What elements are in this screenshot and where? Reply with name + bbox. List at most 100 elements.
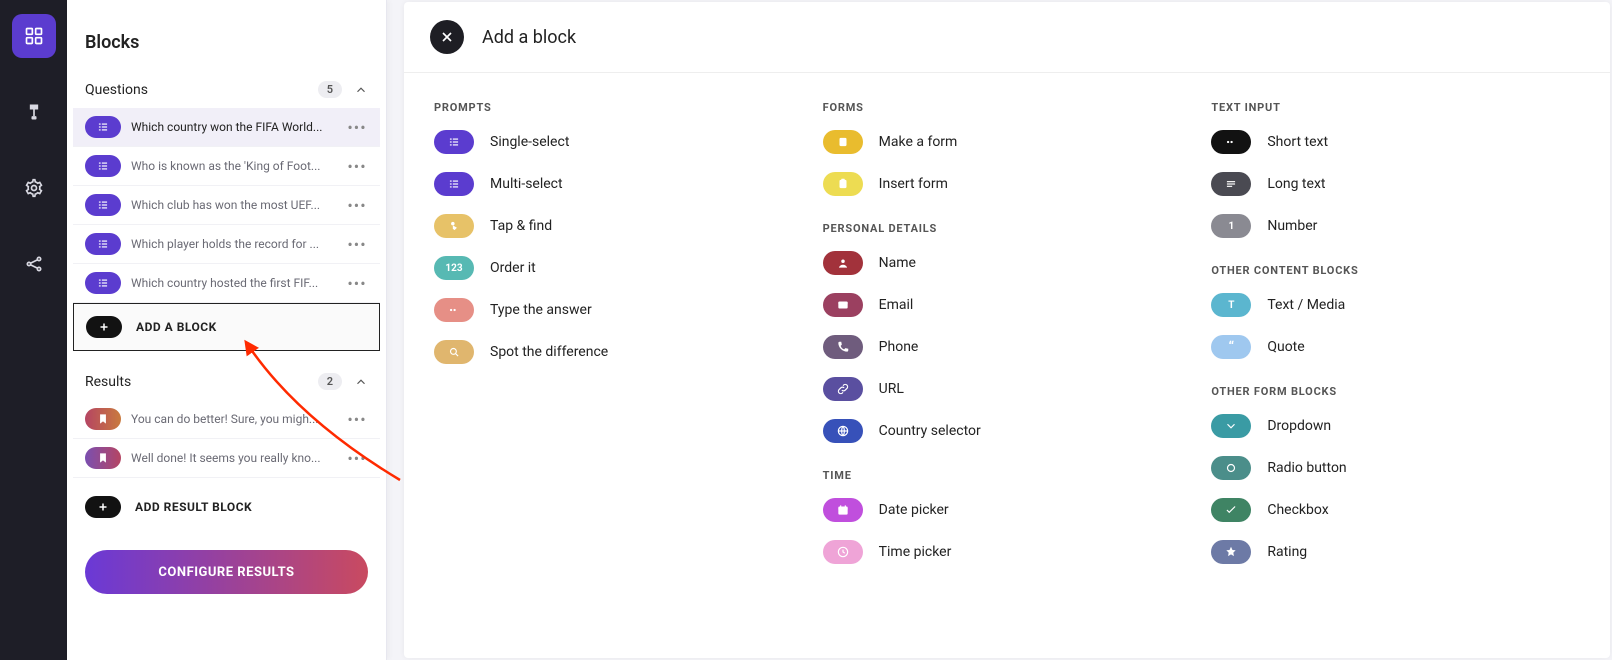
block-option[interactable]: Spot the difference [434,340,803,364]
dots-icon [1211,130,1251,154]
more-icon[interactable]: ••• [346,410,368,429]
block-group: PERSONAL DETAILSNameEmailPhoneURLCountry… [823,222,1192,443]
paint-icon [24,102,44,122]
block-option[interactable]: Long text [1211,172,1580,196]
user-icon [823,251,863,275]
question-row[interactable]: Which club has won the most UEF... ••• [73,186,380,225]
nav-blocks[interactable] [12,14,56,58]
question-text: Which club has won the most UEF... [131,198,336,212]
chev-down-icon [1211,414,1251,438]
block-option[interactable]: Email [823,293,1192,317]
block-option[interactable]: Insert form [823,172,1192,196]
add-block-button[interactable]: ADD A BLOCK [73,303,380,351]
add-result-label: ADD RESULT BLOCK [135,500,252,514]
block-option[interactable]: Date picker [823,498,1192,522]
add-block-label: ADD A BLOCK [136,320,217,334]
question-text: Which country won the FIFA World... [131,120,336,134]
results-count: 2 [318,373,342,390]
plus-icon [85,496,121,518]
block-option-label: Number [1267,218,1317,234]
block-option[interactable]: Rating [1211,540,1580,564]
block-option-label: Country selector [879,423,981,439]
questions-heading: Questions [85,82,148,98]
block-option-label: Multi-select [490,176,563,192]
block-group: TIME Date picker Time picker [823,469,1192,564]
block-option-label: Email [879,297,914,313]
block-option[interactable]: Dropdown [1211,414,1580,438]
results-header[interactable]: Results 2 [67,361,386,400]
question-text: Which country hosted the first FIF... [131,276,336,290]
block-option[interactable]: Checkbox [1211,498,1580,522]
block-option[interactable]: Make a form [823,130,1192,154]
result-row[interactable]: You can do better! Sure, you migh...••• [73,400,380,439]
more-icon[interactable]: ••• [346,235,368,254]
more-icon[interactable]: ••• [346,118,368,137]
block-option[interactable]: 1Number [1211,214,1580,238]
calendar-icon [823,498,863,522]
group-heading: TEXT INPUT [1211,101,1580,114]
block-option[interactable]: 123Order it [434,256,803,280]
block-option[interactable]: URL [823,377,1192,401]
block-option[interactable]: “Quote [1211,335,1580,359]
block-option-label: Spot the difference [490,344,608,360]
block-option[interactable]: Time picker [823,540,1192,564]
list-icon [85,272,121,294]
close-icon [439,29,455,45]
block-option[interactable]: Multi-select [434,172,803,196]
more-icon[interactable]: ••• [346,157,368,176]
check-icon [1211,498,1251,522]
main-header: Add a block [404,2,1610,73]
nav-settings[interactable] [12,166,56,210]
block-option-label: Name [879,255,916,271]
block-option-label: Time picker [879,544,952,560]
list-icon [85,155,121,177]
question-row[interactable]: Who is known as the 'King of Foot... ••• [73,147,380,186]
block-option-label: Rating [1267,544,1307,560]
block-option-label: Date picker [879,502,949,518]
result-row[interactable]: Well done! It seems you really kno...••• [73,439,380,478]
tap-icon [434,214,474,238]
questions-count: 5 [318,81,342,98]
plus-icon [86,316,122,338]
block-option-label: Make a form [879,134,958,150]
more-icon[interactable]: ••• [346,196,368,215]
block-option[interactable]: TText / Media [1211,293,1580,317]
form-plus-icon [823,130,863,154]
block-group: PROMPTSSingle-selectMulti-selectTap & fi… [434,101,803,364]
question-row[interactable]: Which country won the FIFA World... ••• [73,108,380,147]
more-icon[interactable]: ••• [346,274,368,293]
list-icon [85,194,121,216]
more-icon[interactable]: ••• [346,449,368,468]
phone-icon [823,335,863,359]
question-row[interactable]: Which player holds the record for ...••• [73,225,380,264]
nav-design[interactable] [12,90,56,134]
block-option[interactable]: Radio button [1211,456,1580,480]
block-option[interactable]: Country selector [823,419,1192,443]
list-icon [85,233,121,255]
nav-share[interactable] [12,242,56,286]
question-text: Who is known as the 'King of Foot... [131,159,336,173]
configure-results-button[interactable]: CONFIGURE RESULTS [85,550,368,594]
block-option[interactable]: Single-select [434,130,803,154]
block-option-label: Insert form [879,176,948,192]
list-icon [434,172,474,196]
main-panel: Add a block PROMPTSSingle-selectMulti-se… [404,2,1610,658]
block-option[interactable]: Short text [1211,130,1580,154]
block-option-label: Dropdown [1267,418,1331,434]
group-heading: TIME [823,469,1192,482]
star-icon [1211,540,1251,564]
add-result-button[interactable]: ADD RESULT BLOCK [73,484,380,530]
block-option-label: URL [879,381,904,397]
T-icon: T [1211,293,1251,317]
block-option[interactable]: Tap & find [434,214,803,238]
question-row[interactable]: Which country hosted the first FIF... ••• [73,264,380,303]
quote-icon: “ [1211,335,1251,359]
block-option-label: Checkbox [1267,502,1328,518]
questions-header[interactable]: Questions 5 [67,69,386,108]
chevron-up-icon [354,375,368,389]
block-option[interactable]: Type the answer [434,298,803,322]
dots-icon [434,298,474,322]
block-option[interactable]: Name [823,251,1192,275]
block-option[interactable]: Phone [823,335,1192,359]
close-button[interactable] [430,20,464,54]
